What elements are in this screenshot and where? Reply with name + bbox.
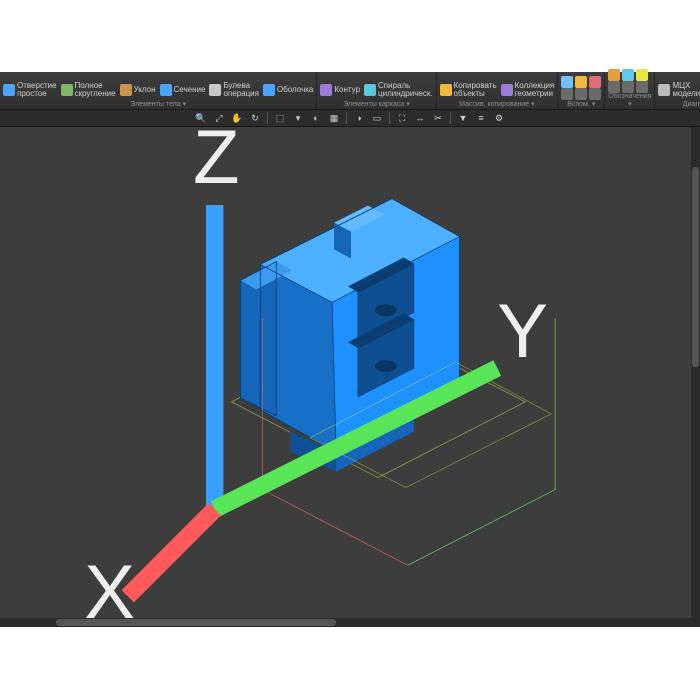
ribbon-small-btn[interactable] <box>622 81 634 93</box>
ribbon-aux-3[interactable] <box>589 76 601 88</box>
ribbon-draft-icon <box>120 84 132 96</box>
ribbon-small-btn[interactable] <box>589 88 601 100</box>
ribbon-group: Вспом. ▾ <box>558 72 605 109</box>
ribbon-group-label: Диагностика ▾ <box>658 100 700 108</box>
ribbon-shell[interactable]: Оболочка <box>263 82 313 98</box>
mini-separator <box>450 112 451 124</box>
ribbon-group: Обозначения ▾ <box>605 72 655 109</box>
ribbon-toolbar: ОтверстиепростоеПолноескруглениеУклонСеч… <box>0 72 700 110</box>
axis-triad[interactable]: Z Y X <box>6 127 700 618</box>
ribbon-group-label: Обозначения ▾ <box>608 93 651 108</box>
mini-settings[interactable]: ⚙ <box>491 111 507 126</box>
scrollbar-horizontal[interactable] <box>0 618 700 627</box>
ribbon-group: ОтверстиепростоеПолноескруглениеУклонСеч… <box>0 72 317 109</box>
mini-separator <box>346 112 347 124</box>
mini-render[interactable]: ◐ <box>308 111 324 126</box>
mini-pan[interactable]: ✋ <box>229 111 245 126</box>
viewport-3d[interactable]: Z Y X <box>0 127 700 627</box>
ribbon-group: МЦХмоделиГрафиккривизныДиагностика ▾ <box>655 72 700 109</box>
ribbon-spiral[interactable]: Спиральцилиндрическ. <box>364 82 433 98</box>
ribbon-annot-3[interactable] <box>636 69 648 81</box>
mini-rotate[interactable]: ↻ <box>247 111 263 126</box>
ribbon-draft[interactable]: Уклон <box>120 82 156 98</box>
mini-zoom-out[interactable]: ⤢ <box>211 111 227 126</box>
ribbon-group: КопироватьобъектыКоллекциягеометрии Масси… <box>437 72 559 109</box>
ribbon-group: КонтурСпиральцилиндрическ. Элементы карка… <box>317 72 436 109</box>
mini-measure[interactable]: ↔ <box>412 111 428 126</box>
svg-text:Y: Y <box>497 289 548 374</box>
ribbon-geom-coll-icon <box>501 84 513 96</box>
mini-views[interactable]: ▾ <box>290 111 306 126</box>
ribbon-small-btn[interactable] <box>608 81 620 93</box>
ribbon-small-btn[interactable] <box>561 88 573 100</box>
mini-wire[interactable]: ▦ <box>326 111 342 126</box>
ribbon-small-btn[interactable] <box>575 88 587 100</box>
ribbon-small-btn[interactable] <box>636 81 648 93</box>
ribbon-section-icon <box>160 84 172 96</box>
ribbon-group-label: Массив, копирование ▾ <box>440 100 555 108</box>
mini-fullscreen[interactable]: ⛶ <box>394 111 410 126</box>
ribbon-contour-icon <box>320 84 332 96</box>
ribbon-hole-simple-icon <box>3 84 15 96</box>
ribbon-geom-coll[interactable]: Коллекциягеометрии <box>501 82 555 98</box>
mini-zoom-in[interactable]: 🔍 <box>193 111 209 126</box>
ribbon-section[interactable]: Сечение <box>160 82 206 98</box>
ribbon-copy-obj[interactable]: Копироватьобъекты <box>440 82 497 98</box>
ribbon-hole-simple[interactable]: Отверстиепростое <box>3 82 57 98</box>
ribbon-shell-icon <box>263 84 275 96</box>
svg-text:X: X <box>84 550 135 618</box>
ribbon-mcx[interactable]: МЦХмодели <box>658 82 700 98</box>
ribbon-mcx-icon <box>658 84 670 96</box>
ribbon-annot-2[interactable] <box>622 69 634 81</box>
ribbon-group-label: Вспом. ▾ <box>561 100 601 108</box>
ribbon-full-fillet-icon <box>61 84 73 96</box>
mini-toolbar: 🔍⤢✋↻ ⬚▾◐▦ ◑▭ ⛶↔✂ ▼≡⚙ <box>0 110 700 127</box>
ribbon-group-label: Элементы каркаса ▾ <box>320 100 432 108</box>
svg-text:Z: Z <box>193 127 239 200</box>
mini-separator <box>267 112 268 124</box>
mini-filter[interactable]: ▼ <box>455 111 471 126</box>
mini-iso-cube[interactable]: ⬚ <box>272 111 288 126</box>
ribbon-group-label: Элементы тела ▾ <box>3 100 313 108</box>
ribbon-aux-2[interactable] <box>575 76 587 88</box>
ribbon-boolean-icon <box>209 84 221 96</box>
ribbon-contour[interactable]: Контур <box>320 82 360 98</box>
ribbon-full-fillet[interactable]: Полноескругление <box>61 82 116 98</box>
mini-separator <box>389 112 390 124</box>
mini-section[interactable]: ✂ <box>430 111 446 126</box>
ribbon-spiral-icon <box>364 84 376 96</box>
ribbon-copy-obj-icon <box>440 84 452 96</box>
mini-layers[interactable]: ≡ <box>473 111 489 126</box>
ribbon-annot-1[interactable] <box>608 69 620 81</box>
mini-shade[interactable]: ◑ <box>351 111 367 126</box>
ribbon-boolean[interactable]: Булеваоперация <box>209 82 259 98</box>
mini-persp[interactable]: ▭ <box>369 111 385 126</box>
app-window: ОтверстиепростоеПолноескруглениеУклонСеч… <box>0 72 700 627</box>
ribbon-aux-1[interactable] <box>561 76 573 88</box>
